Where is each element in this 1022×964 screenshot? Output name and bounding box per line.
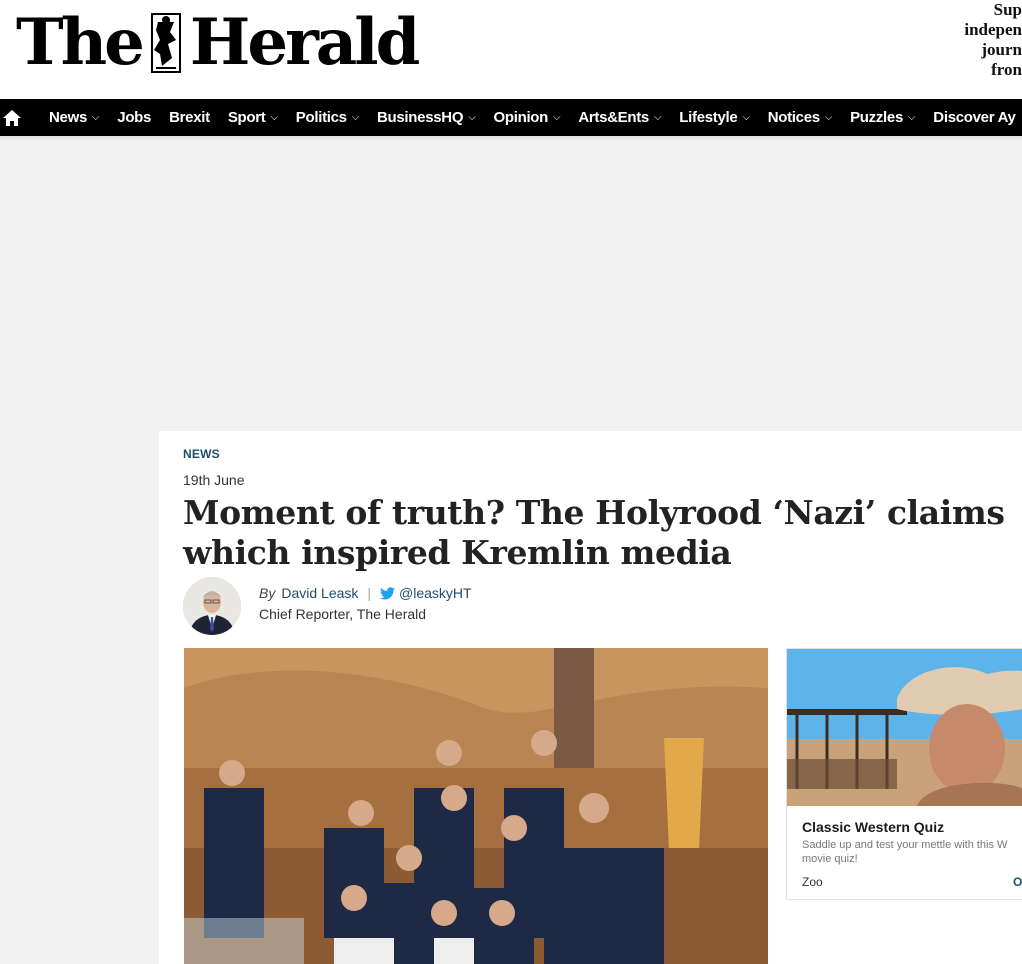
nav-label: News <box>49 109 87 126</box>
author-avatar[interactable] <box>183 577 241 635</box>
chevron-down-icon: ⌵ <box>742 112 750 123</box>
nav-label: Politics <box>295 109 347 126</box>
ad-slot <box>0 136 1022 430</box>
article: NEWS 19th June Moment of truth? The Holy… <box>159 431 1022 964</box>
twitter-icon <box>380 586 396 599</box>
hero-image[interactable] <box>184 648 768 964</box>
nav-item-discover[interactable]: Discover Ay <box>924 109 1022 126</box>
author-role: Chief Reporter, The Herald <box>259 606 427 622</box>
logo-text-the: The <box>16 5 145 80</box>
nav-label: Brexit <box>169 109 210 126</box>
nav-item-businesshq[interactable]: BusinessHQ ⌵ <box>368 109 484 126</box>
nav-label: Opinion <box>493 109 549 126</box>
nav-item-puzzles[interactable]: Puzzles ⌵ <box>841 109 924 126</box>
logo-text-herald: Herald <box>189 5 420 80</box>
nav-item-politics[interactable]: Politics ⌵ <box>287 109 368 126</box>
twitter-handle: @leaskyHT <box>399 585 472 601</box>
nav-label: BusinessHQ <box>377 109 464 126</box>
byline-author-line: By David Leask | @leaskyHT <box>259 585 472 601</box>
chevron-down-icon: ⌵ <box>908 112 916 123</box>
nav-item-brexit[interactable]: Brexit <box>160 109 219 126</box>
support-line: fron <box>991 60 1022 79</box>
masthead: The Herald Sup indepen journ fron <box>0 0 1022 99</box>
chevron-down-icon: ⌵ <box>270 112 278 123</box>
nav-label: Sport <box>227 109 266 126</box>
author-link[interactable]: David Leask <box>281 585 358 601</box>
nav-label: Arts&Ents <box>578 109 649 126</box>
support-line: Sup <box>993 0 1022 19</box>
nav-label: Jobs <box>117 109 152 126</box>
promo-cta[interactable]: O <box>1013 875 1022 889</box>
twitter-link[interactable]: @leaskyHT <box>380 585 472 601</box>
byline: By David Leask | @leaskyHT Chief Reporte… <box>183 577 683 639</box>
chevron-down-icon: ⌵ <box>553 112 561 123</box>
article-headline: Moment of truth? The Holyrood ‘Nazi’ cla… <box>183 493 1005 572</box>
nav-label: Discover Ay <box>933 109 1016 126</box>
chevron-down-icon: ⌵ <box>92 112 100 123</box>
chevron-down-icon: ⌵ <box>824 112 833 123</box>
nav-item-lifestyle[interactable]: Lifestyle ⌵ <box>670 109 758 126</box>
support-line: indepen <box>964 20 1022 39</box>
promo-image <box>787 649 1022 806</box>
chevron-down-icon: ⌵ <box>351 112 360 123</box>
site-logo[interactable]: The Herald <box>16 5 420 80</box>
promo-description: Saddle up and test your mettle with this… <box>802 839 1008 865</box>
nav-item-sport[interactable]: Sport ⌵ <box>219 109 287 126</box>
byline-divider: | <box>367 585 372 601</box>
home-icon[interactable] <box>2 107 22 129</box>
publish-date: 19th June <box>183 472 245 488</box>
nav-item-opinion[interactable]: Opinion ⌵ <box>484 109 569 126</box>
chevron-down-icon: ⌵ <box>468 112 476 123</box>
promo-source: Zoo <box>802 875 823 889</box>
nav-item-jobs[interactable]: Jobs <box>108 109 160 126</box>
herald-crest-icon <box>146 10 186 76</box>
promo-title[interactable]: Classic Western Quiz <box>802 819 944 835</box>
support-line: journ <box>981 40 1022 59</box>
support-message[interactable]: Sup indepen journ fron <box>952 0 1022 80</box>
sponsored-promo-card[interactable]: Classic Western Quiz Saddle up and test … <box>786 648 1022 900</box>
nav-item-notices[interactable]: Notices ⌵ <box>759 109 841 126</box>
nav-label: Lifestyle <box>679 109 738 126</box>
nav-item-arts-ents[interactable]: Arts&Ents ⌵ <box>569 109 670 126</box>
main-nav: News ⌵ Jobs Brexit Sport ⌵ Politics ⌵ Busin… <box>0 99 1022 136</box>
nav-label: Puzzles <box>850 109 904 126</box>
section-label[interactable]: NEWS <box>183 447 220 461</box>
byline-by: By <box>259 585 276 601</box>
nav-item-news[interactable]: News ⌵ <box>40 109 108 126</box>
chevron-down-icon: ⌵ <box>653 112 662 123</box>
nav-label: Notices <box>767 109 820 126</box>
